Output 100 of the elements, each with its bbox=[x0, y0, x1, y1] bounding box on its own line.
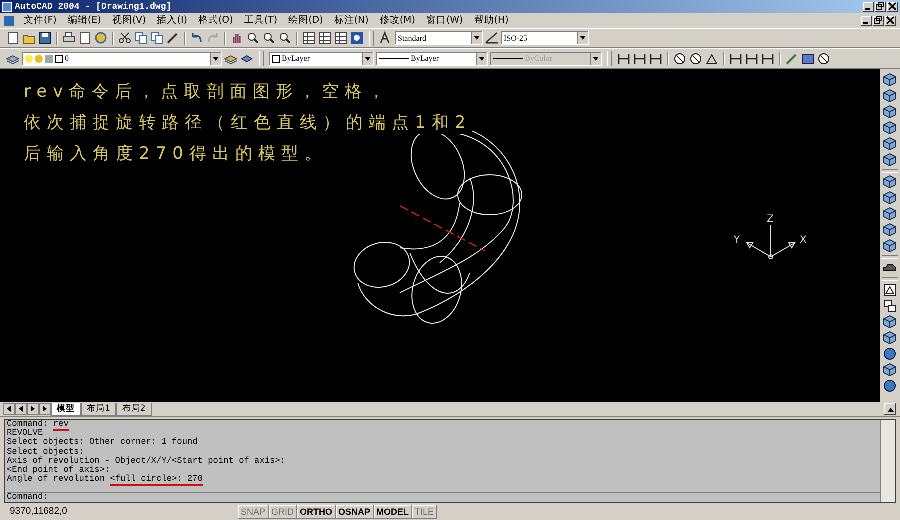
menu-item[interactable]: 绘图(D) bbox=[284, 14, 328, 27]
window-title: AutoCAD 2004 - [Drawing1.dwg] bbox=[15, 2, 172, 12]
menu-item[interactable]: 格式(O) bbox=[193, 14, 238, 27]
page-icon[interactable] bbox=[78, 31, 92, 45]
triangle-icon[interactable] bbox=[705, 52, 719, 66]
cube-icon[interactable] bbox=[883, 121, 897, 135]
dimension-icon[interactable] bbox=[729, 52, 743, 66]
menu-item[interactable]: 编辑(E) bbox=[62, 14, 106, 27]
cube-icon[interactable] bbox=[883, 363, 897, 377]
linetype-dropdown[interactable]: ByLayer bbox=[376, 52, 488, 66]
color-swatch-icon bbox=[272, 54, 280, 62]
sun-icon bbox=[35, 54, 43, 62]
status-toggle[interactable]: OSNAP bbox=[336, 504, 374, 518]
dimension-icon[interactable] bbox=[617, 52, 631, 66]
cube-icon[interactable] bbox=[883, 223, 897, 237]
annotation-text: 依次捕捉旋转路径（红色直线）的端点1和2 bbox=[24, 112, 472, 134]
magnifier-icon[interactable] bbox=[262, 31, 276, 45]
dimension-icon[interactable] bbox=[633, 52, 647, 66]
triangle-icon[interactable] bbox=[883, 283, 897, 297]
help-icon[interactable] bbox=[350, 31, 364, 45]
cube-icon[interactable] bbox=[883, 175, 897, 189]
cube-icon[interactable] bbox=[883, 73, 897, 87]
cube-icon[interactable] bbox=[883, 315, 897, 329]
menu-item[interactable]: 视图(V) bbox=[107, 14, 152, 27]
close-icon[interactable] bbox=[885, 16, 896, 26]
caret-icon bbox=[577, 32, 588, 44]
scroll-up-icon[interactable] bbox=[884, 403, 896, 415]
caret-icon bbox=[471, 32, 482, 44]
cube-icon[interactable] bbox=[883, 89, 897, 103]
menu-item[interactable]: 文件(F) bbox=[19, 14, 62, 27]
layout-tab[interactable]: 布局2 bbox=[116, 402, 152, 416]
layout-tab[interactable]: 布局1 bbox=[81, 402, 116, 416]
app-icon bbox=[2, 2, 12, 12]
command-line: REVOLVE bbox=[7, 429, 44, 438]
tab-scroll-icon[interactable] bbox=[15, 403, 27, 415]
vertical-scrollbar[interactable] bbox=[880, 420, 895, 502]
axis-label: X bbox=[800, 235, 807, 246]
cube-icon[interactable] bbox=[883, 207, 897, 221]
scissors-icon[interactable] bbox=[118, 31, 132, 45]
cube-icon[interactable] bbox=[883, 191, 897, 205]
command-line: Command: rev bbox=[7, 420, 70, 430]
caret-icon bbox=[590, 52, 601, 64]
dimension-icon[interactable] bbox=[649, 52, 663, 66]
layer-dropdown[interactable]: 0 bbox=[22, 52, 222, 66]
dimension-style-dropdown[interactable]: ISO-25 bbox=[501, 31, 589, 45]
dimension-icon[interactable] bbox=[745, 52, 759, 66]
layout-tab[interactable]: 模型 bbox=[51, 402, 81, 416]
sphere-icon[interactable] bbox=[883, 347, 897, 361]
minimize-icon[interactable] bbox=[861, 16, 872, 26]
restore-icon[interactable] bbox=[873, 16, 884, 26]
status-toggle[interactable]: ORTHO bbox=[297, 504, 336, 518]
minimize-icon[interactable] bbox=[863, 2, 874, 12]
cube-icon[interactable] bbox=[883, 239, 897, 253]
circle-icon[interactable] bbox=[673, 52, 687, 66]
tab-scroll-icon[interactable] bbox=[3, 403, 15, 415]
cube-icon[interactable] bbox=[883, 105, 897, 119]
page-icon[interactable] bbox=[6, 31, 20, 45]
dimension-style-icon[interactable] bbox=[485, 31, 499, 45]
undo-icon[interactable] bbox=[190, 31, 204, 45]
command-line: Axis of revolution - Object/X/Y/<Start point of axis>: bbox=[7, 456, 286, 466]
line-sample-icon bbox=[379, 58, 409, 59]
circle-icon[interactable] bbox=[689, 52, 703, 66]
restore-icon[interactable] bbox=[875, 2, 886, 12]
pencil-icon[interactable] bbox=[166, 31, 180, 45]
command-input[interactable]: Command: bbox=[7, 492, 880, 502]
sphere-icon[interactable] bbox=[883, 379, 897, 393]
cube-icon[interactable] bbox=[883, 153, 897, 167]
ucs-axes-icon bbox=[746, 224, 796, 260]
printer-icon[interactable] bbox=[62, 31, 76, 45]
tab-scroll-icon[interactable] bbox=[39, 403, 51, 415]
axis-label: Y bbox=[734, 235, 740, 246]
menu-item[interactable]: 标注(N) bbox=[329, 14, 374, 27]
menu-item[interactable]: 窗口(W) bbox=[421, 14, 468, 27]
menu-item[interactable]: 插入(I) bbox=[152, 14, 192, 27]
command-line: Angle of revolution <full circle>: 270 bbox=[7, 475, 204, 484]
pencil-icon[interactable] bbox=[785, 52, 799, 66]
coordinates-readout: 9370,11682,0 bbox=[9, 506, 68, 517]
command-line: Select objects: Other corner: 1 found bbox=[7, 438, 199, 448]
circle-icon[interactable] bbox=[817, 52, 831, 66]
axis-label: Z bbox=[767, 214, 774, 225]
menu-item[interactable]: 修改(M) bbox=[374, 14, 420, 27]
magnifier-icon[interactable] bbox=[278, 31, 292, 45]
tab-scroll-icon[interactable] bbox=[27, 403, 39, 415]
status-toggle[interactable]: MODEL bbox=[374, 504, 412, 518]
globe-icon[interactable] bbox=[94, 31, 108, 45]
caret-icon bbox=[476, 52, 487, 64]
cube-icon[interactable] bbox=[883, 331, 897, 345]
document-icon bbox=[4, 16, 14, 26]
cube-icon[interactable] bbox=[883, 137, 897, 151]
magnifier-icon[interactable] bbox=[246, 31, 260, 45]
color-swatch-icon bbox=[55, 54, 63, 62]
copy-icon[interactable] bbox=[883, 299, 897, 313]
menu-item[interactable]: 帮助(H) bbox=[469, 14, 514, 27]
text-style-dropdown[interactable]: Standard bbox=[395, 31, 483, 45]
menu-item[interactable]: 工具(T) bbox=[239, 14, 283, 27]
caret-icon bbox=[210, 52, 221, 64]
color-dropdown[interactable]: ByLayer bbox=[269, 52, 374, 66]
drawing-canvas[interactable]: rev命令后，点取剖面图形，空格， 依次捕捉旋转路径（红色直线）的端点1和2 后输入角度270得出的模型。 Z Y X bbox=[0, 69, 880, 402]
close-icon[interactable] bbox=[887, 2, 898, 12]
dimension-icon[interactable] bbox=[761, 52, 775, 66]
